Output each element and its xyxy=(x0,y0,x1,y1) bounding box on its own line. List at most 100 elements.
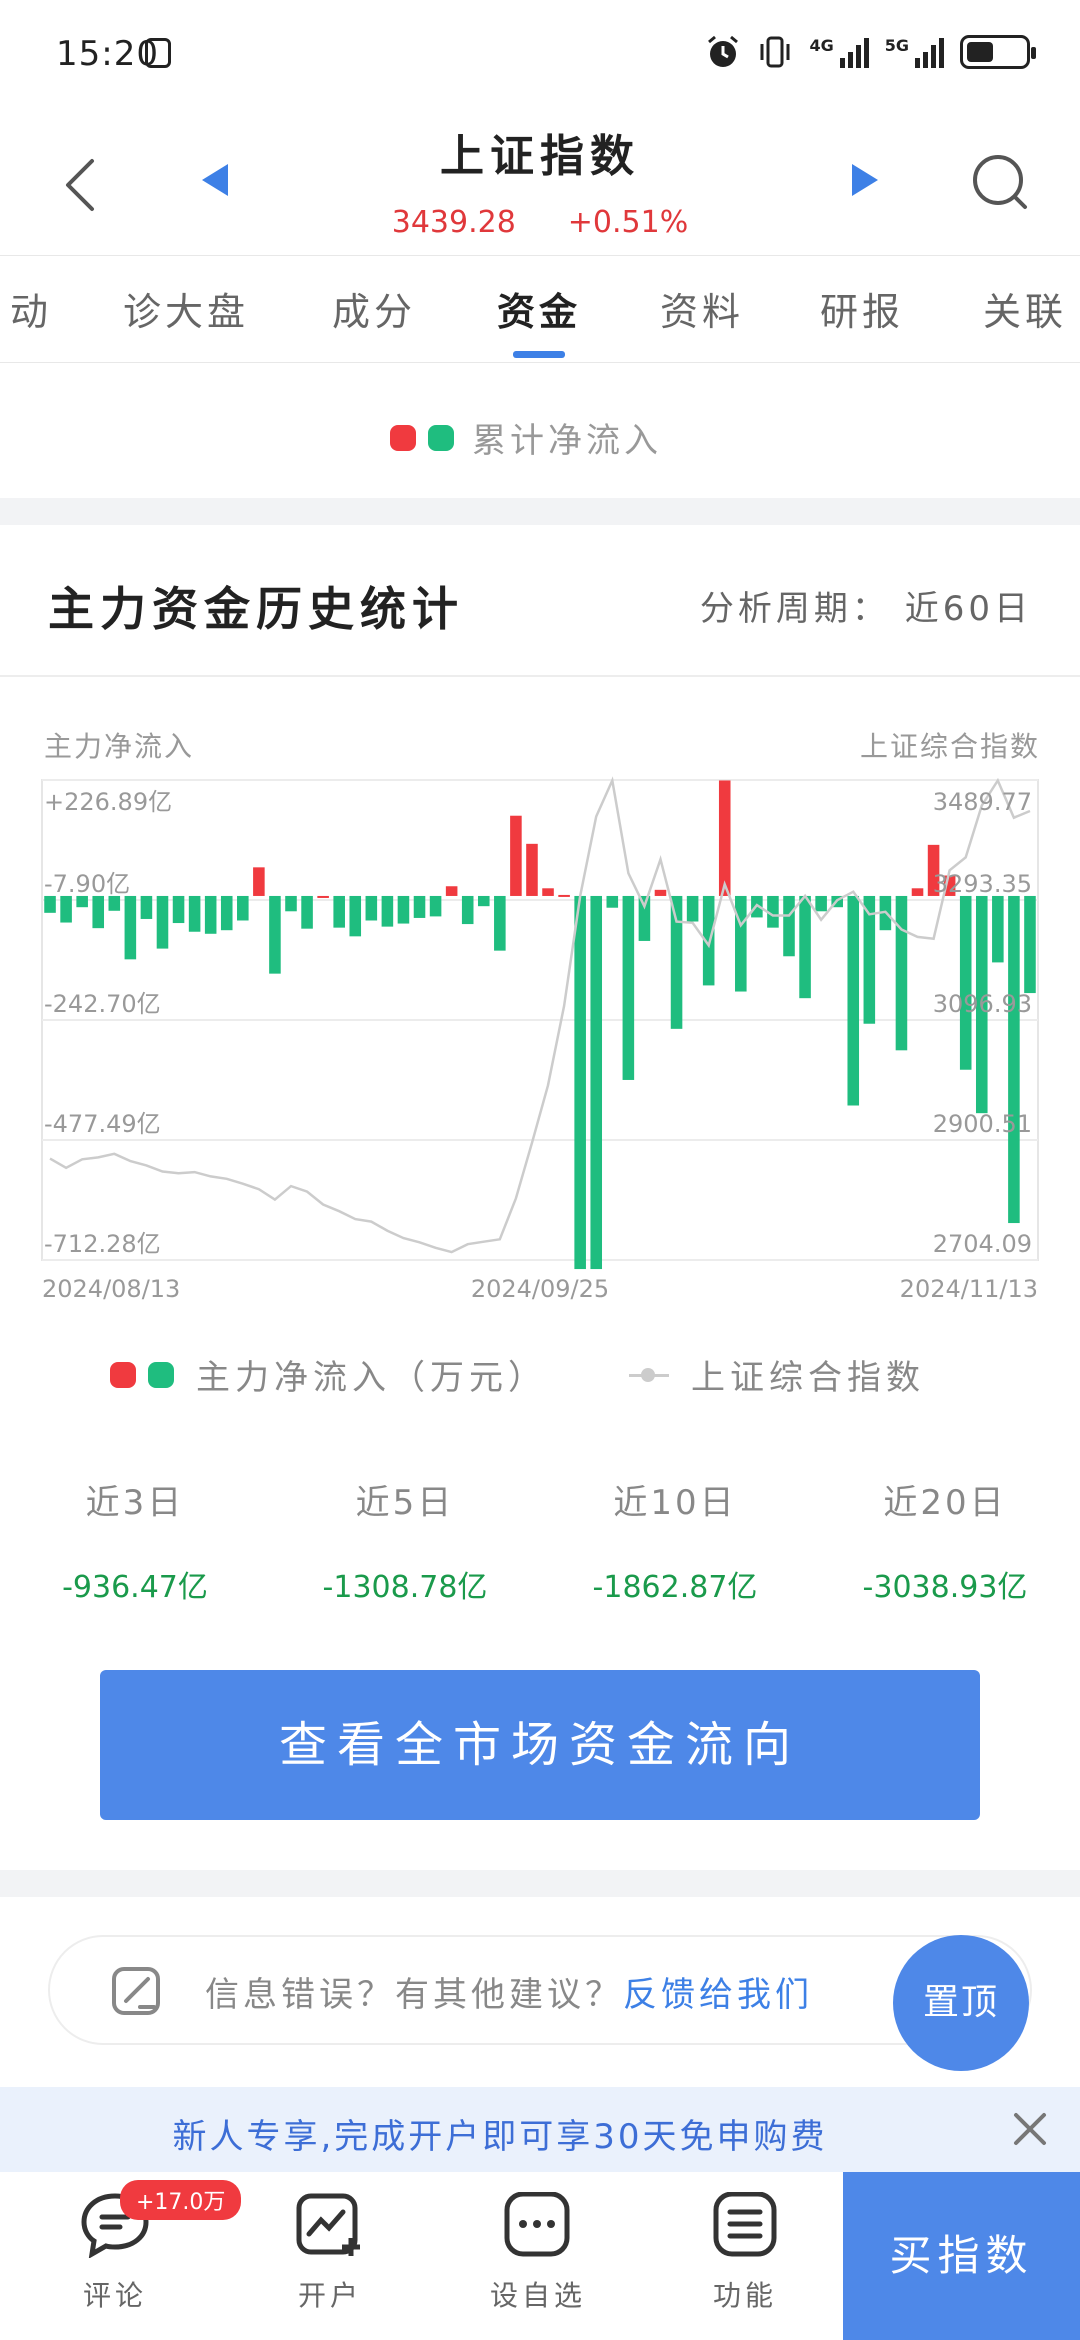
flow-bar xyxy=(510,815,522,896)
tab-diagnosis[interactable]: 诊大盘 xyxy=(123,281,249,336)
promo-banner[interactable]: 新人专享,完成开户即可享30天免申购费 xyxy=(0,2087,1080,2172)
flow-bar xyxy=(429,895,442,917)
close-icon[interactable] xyxy=(1010,2109,1050,2149)
right-tick-label: 2900.51 xyxy=(933,1110,1032,1138)
price-line: 3439.28 +0.51% xyxy=(0,205,1080,240)
main-fund-section: 主力资金历史统计 分析周期： 近60日 主力净流入 上证综合指数 +226.89… xyxy=(0,525,1080,1870)
next-triangle-icon[interactable] xyxy=(850,162,880,198)
flow-bar xyxy=(815,895,827,912)
view-market-flow-button[interactable]: 查看全市场资金流向 xyxy=(100,1670,980,1820)
x-tick-label: 2024/11/13 xyxy=(900,1275,1038,1303)
flow-bar xyxy=(526,843,538,896)
menu-icon xyxy=(713,2191,777,2257)
flow-bar xyxy=(349,895,362,937)
stat-10d: 近10日 -1862.87亿 xyxy=(592,1483,758,1605)
feedback-link[interactable]: 反馈给我们 xyxy=(623,1975,813,2015)
promo-text: 新人专享,完成开户即可享30天免申购费 xyxy=(172,2117,828,2157)
alarm-icon xyxy=(708,35,739,67)
header: 上证指数 3439.28 +0.51% xyxy=(0,100,1080,255)
flow-bar xyxy=(269,895,281,974)
flow-bar xyxy=(172,895,185,924)
open-account-icon xyxy=(296,2193,360,2256)
flow-bar xyxy=(301,895,313,929)
flow-bar xyxy=(606,895,619,908)
flow-bar xyxy=(461,895,474,925)
period-stats: 近3日 -936.47亿 近5日 -1308.78亿 近10日 -1862.87亿 近… xyxy=(0,1475,1080,1606)
flow-bar xyxy=(1024,895,1036,994)
flow-bar xyxy=(397,895,410,924)
tab-bar: 动 诊大盘 成分 资金 资料 研报 关联 xyxy=(0,255,1080,363)
flow-bar xyxy=(333,895,345,928)
status-bar: 15:20 4G 5G xyxy=(0,0,1080,100)
tab-funds[interactable]: 资金 xyxy=(497,281,581,336)
buy-index-button[interactable]: 买指数 xyxy=(843,2172,1080,2340)
signal-5g-icon: 5G xyxy=(885,36,944,68)
flow-bar xyxy=(92,895,105,929)
flow-bar xyxy=(60,895,72,923)
flow-bar xyxy=(108,895,121,911)
cumulative-legend: 累计净流入 xyxy=(0,363,1080,498)
left-tick-label: -712.28亿 xyxy=(44,1230,161,1258)
red-dot-icon xyxy=(110,1361,136,1388)
flow-bar xyxy=(445,886,458,896)
flow-bar xyxy=(124,895,137,960)
index-change: +0.51% xyxy=(567,205,689,240)
green-dot-icon xyxy=(148,1361,174,1388)
flow-bar xyxy=(654,889,667,896)
nav-functions[interactable]: 功能 xyxy=(675,2191,815,2314)
right-tick-label: 3293.35 xyxy=(933,870,1032,898)
legend-index-label: 上证综合指数 xyxy=(691,1358,925,1398)
x-tick-label: 2024/08/13 xyxy=(42,1275,180,1303)
left-tick-label: -242.70亿 xyxy=(44,990,161,1018)
left-tick-label: -7.90亿 xyxy=(44,870,130,898)
tab-dynamic[interactable]: 动 xyxy=(10,281,52,336)
search-icon[interactable] xyxy=(970,152,1030,212)
vibrate-icon xyxy=(760,36,790,68)
fund-flow-chart[interactable]: +226.89亿 -7.90亿 -242.70亿 -477.49亿 -712.28亿 34… xyxy=(0,525,1080,1345)
more-icon xyxy=(504,2191,570,2257)
left-tick-label: +226.89亿 xyxy=(44,788,172,816)
feedback-text: 信息错误？有其他建议？ xyxy=(205,1975,623,2015)
status-time: 15:20 xyxy=(56,34,159,74)
flow-bar xyxy=(847,895,860,1106)
flow-bar xyxy=(477,895,490,907)
flow-bar xyxy=(317,895,329,898)
flow-bar xyxy=(253,867,265,896)
battery-icon xyxy=(960,35,1036,69)
tab-related[interactable]: 关联 xyxy=(983,281,1067,336)
feedback-box[interactable]: 信息错误？有其他建议？反馈给我们 xyxy=(48,1935,1032,2045)
flow-bar xyxy=(381,895,394,927)
green-dot-icon xyxy=(428,424,454,451)
flow-bar xyxy=(735,895,747,992)
nav-watchlist[interactable]: 设自选 xyxy=(468,2191,608,2314)
flow-bar xyxy=(959,895,972,1070)
right-tick-label: 3489.77 xyxy=(933,788,1032,816)
flow-bar xyxy=(188,895,201,932)
flow-bar xyxy=(590,895,603,1270)
flow-bar xyxy=(992,895,1004,963)
back-to-top-button[interactable]: 置顶 xyxy=(893,1935,1029,2071)
flow-bar xyxy=(783,895,795,957)
flow-bar xyxy=(140,895,153,919)
flow-bar xyxy=(413,895,426,918)
flow-bar xyxy=(558,894,570,897)
tab-profile[interactable]: 资料 xyxy=(660,281,744,336)
flow-bar xyxy=(670,895,683,1029)
index-line xyxy=(49,776,1031,1254)
flow-bar xyxy=(895,895,908,1051)
index-price: 3439.28 xyxy=(391,205,516,240)
flow-bar xyxy=(542,888,554,896)
nav-open-account[interactable]: 开户 xyxy=(260,2192,400,2314)
tab-components[interactable]: 成分 xyxy=(332,281,416,336)
stat-3d: 近3日 -936.47亿 xyxy=(62,1483,208,1605)
flow-bar xyxy=(156,895,169,949)
flow-bar xyxy=(718,780,731,896)
flow-bar xyxy=(911,888,924,896)
flow-bar xyxy=(1008,895,1020,1224)
flow-bar xyxy=(799,895,811,999)
right-tick-label: 2704.09 xyxy=(933,1230,1032,1258)
cumulative-label: 累计净流入 xyxy=(472,421,662,461)
flow-bar xyxy=(204,895,217,934)
tab-research[interactable]: 研报 xyxy=(820,281,904,336)
page-title: 上证指数 xyxy=(440,131,640,182)
